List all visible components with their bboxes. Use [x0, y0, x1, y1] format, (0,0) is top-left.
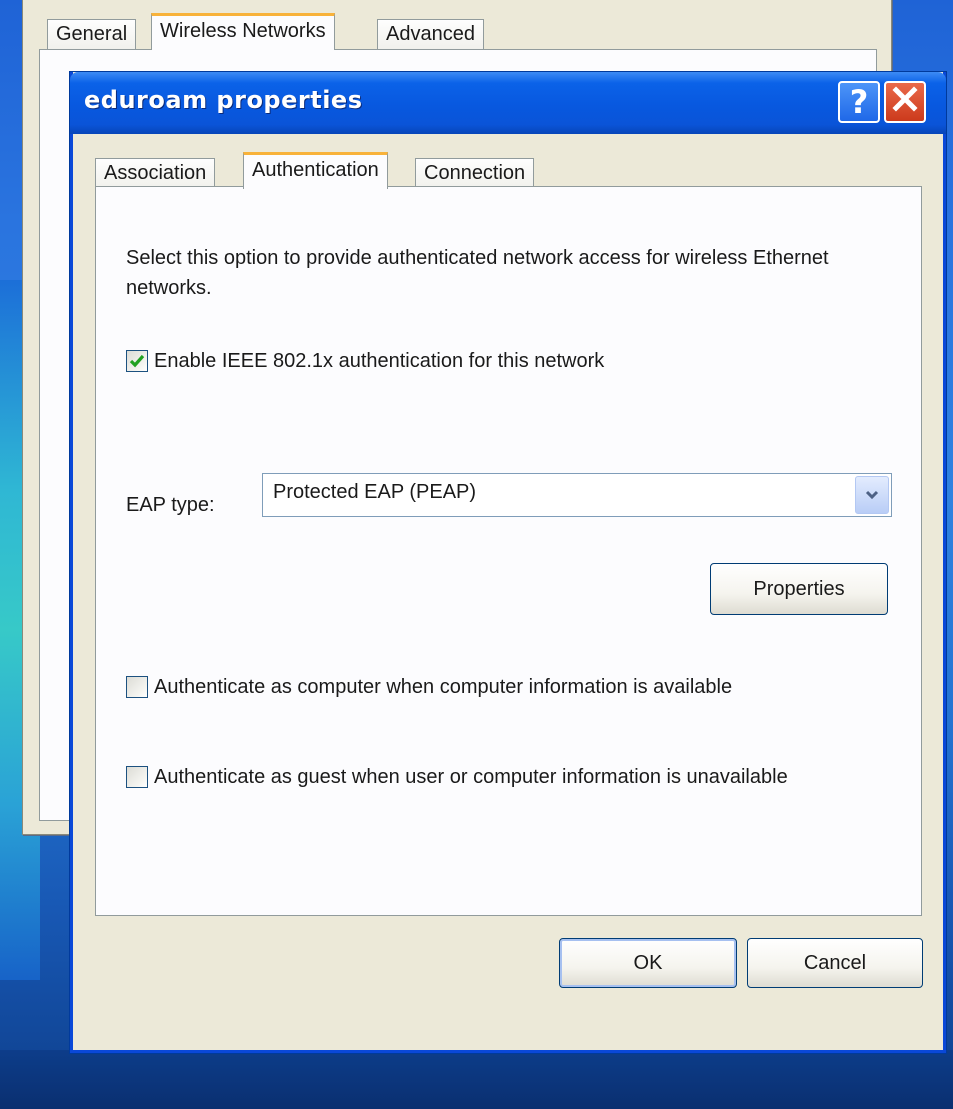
enable-8021x-checkbox[interactable]	[126, 350, 148, 372]
eap-type-value: Protected EAP (PEAP)	[273, 481, 477, 503]
tab-general[interactable]: General	[47, 19, 137, 49]
close-icon	[891, 83, 919, 121]
chevron-down-icon	[865, 490, 879, 500]
title-bar[interactable]: eduroam properties ?	[70, 72, 946, 134]
help-button[interactable]: ?	[838, 81, 880, 123]
eap-type-dropdown-button[interactable]	[855, 476, 889, 514]
tab-connection[interactable]: Connection	[415, 158, 535, 188]
authentication-tab-panel: Select this option to provide authentica…	[95, 186, 922, 916]
tab-wireless-networks[interactable]: Wireless Networks	[151, 13, 335, 50]
ok-button[interactable]: OK	[559, 938, 737, 988]
checkmark-icon	[129, 354, 145, 368]
enable-8021x-label[interactable]: Enable IEEE 802.1x authentication for th…	[154, 347, 604, 376]
eap-type-select[interactable]: Protected EAP (PEAP)	[262, 473, 892, 517]
auth-as-computer-row: Authenticate as computer when computer i…	[126, 673, 732, 702]
help-icon: ?	[849, 83, 869, 121]
enable-8021x-row: Enable IEEE 802.1x authentication for th…	[126, 347, 604, 376]
auth-as-computer-checkbox[interactable]	[126, 676, 148, 698]
tab-advanced[interactable]: Advanced	[377, 19, 484, 49]
auth-as-guest-row: Authenticate as guest when user or compu…	[126, 763, 826, 792]
cancel-button[interactable]: Cancel	[747, 938, 923, 988]
properties-button[interactable]: Properties	[710, 563, 888, 615]
tab-association[interactable]: Association	[95, 158, 216, 188]
eduroam-properties-dialog: eduroam properties ? Association Authent…	[70, 72, 946, 1053]
desktop-background-bottom	[0, 1050, 953, 1109]
description-text: Select this option to provide authentica…	[126, 247, 829, 299]
tab-authentication[interactable]: Authentication	[243, 152, 388, 189]
eap-type-label: EAP type:	[126, 494, 215, 516]
auth-as-computer-label[interactable]: Authenticate as computer when computer i…	[154, 673, 732, 702]
close-button[interactable]	[884, 81, 926, 123]
dialog-title: eduroam properties	[84, 86, 363, 114]
auth-as-guest-checkbox[interactable]	[126, 766, 148, 788]
auth-as-guest-label[interactable]: Authenticate as guest when user or compu…	[154, 763, 788, 792]
